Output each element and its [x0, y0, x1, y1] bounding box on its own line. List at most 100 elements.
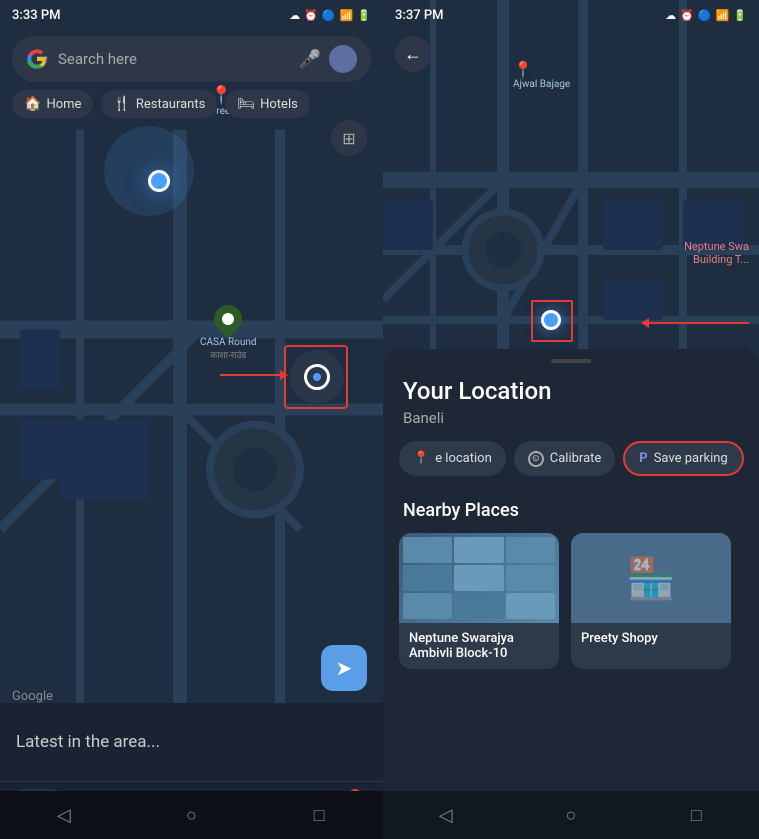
building-6 — [506, 565, 555, 591]
casa-sub: काशा-राउंड — [200, 348, 257, 361]
your-location-title: Your Location — [383, 377, 759, 409]
bt-icon-right: 🔵 — [698, 9, 712, 22]
system-nav-left: ◁ ○ □ — [0, 791, 383, 839]
back-icon: ← — [404, 44, 422, 65]
location-subtitle: Baneli — [383, 409, 759, 441]
share-location-chip[interactable]: 📍 e location — [399, 441, 506, 476]
status-bar-left: 3:33 PM ☁ ⏰ 🔵 📶 🔋 — [0, 0, 383, 30]
back-sys-btn-right[interactable]: ◁ — [426, 795, 466, 835]
nearby-cards: Neptune SwarajyaAmbivli Block-10 🏪 Preet… — [383, 533, 759, 669]
parking-p-icon: P — [639, 451, 647, 466]
red-arrow-left — [220, 370, 288, 380]
red-arrow-right — [641, 318, 749, 328]
back-button[interactable]: ← — [395, 36, 431, 72]
red-highlight-box-left — [284, 345, 348, 409]
time-left: 3:33 PM — [12, 8, 61, 23]
building-8 — [454, 593, 503, 619]
user-avatar[interactable] — [329, 45, 357, 73]
neptune-label: Neptune Swa Building T... — [684, 240, 749, 266]
share-icon: 📍 — [413, 451, 429, 466]
search-placeholder[interactable]: Search here — [58, 50, 299, 68]
directions-button[interactable]: ➤ — [321, 645, 367, 691]
home-sys-btn-left[interactable]: ○ — [171, 795, 211, 835]
left-panel: 3:33 PM ☁ ⏰ 🔵 📶 🔋 Search here 🎤 🏠 Home 🍴 — [0, 0, 383, 839]
preety-card-overlay: 🏪 — [571, 533, 731, 623]
location-dot-left — [148, 170, 170, 192]
recents-sys-btn-right[interactable]: □ — [676, 795, 716, 835]
status-icons-left: ☁ ⏰ 🔵 📶 🔋 — [289, 9, 371, 22]
google-logo — [26, 48, 48, 70]
battery-icon: 🔋 — [357, 9, 371, 22]
layers-button[interactable]: ⊞ — [331, 120, 367, 156]
ajwal-pin: 📍 Ajwal Bajage — [513, 60, 570, 91]
arrow-line — [220, 374, 280, 376]
calibrate-icon: ⊙ — [528, 451, 544, 467]
preety-shopy-card[interactable]: 🏪 Preety Shopy — [571, 533, 731, 669]
save-parking-chip[interactable]: P Save parking — [623, 441, 743, 476]
hotels-chip-label: Hotels — [260, 97, 298, 112]
calibrate-chip[interactable]: ⊙ Calibrate — [514, 441, 616, 476]
nearby-places-title: Nearby Places — [383, 492, 759, 533]
share-label: e location — [435, 451, 492, 466]
arrow-head — [280, 370, 288, 380]
time-right: 3:37 PM — [395, 8, 444, 23]
building-grid — [399, 533, 559, 623]
cloud-icon-left: ☁ — [289, 9, 300, 22]
save-parking-label: Save parking — [654, 451, 728, 466]
hotels-chip-icon: 🛏 — [237, 96, 255, 112]
battery-icon-right: 🔋 — [733, 9, 747, 22]
right-panel: 3:37 PM ☁ ⏰ 🔵 📶 🔋 ← 📍 Ajwal Bajage Neptu… — [383, 0, 759, 839]
hotels-chip[interactable]: 🛏 Hotels — [225, 90, 310, 118]
sheet-handle — [551, 359, 591, 363]
neptune-card-name: Neptune SwarajyaAmbivli Block-10 — [399, 623, 559, 669]
building-4 — [403, 565, 452, 591]
arrow-head-left — [641, 318, 649, 328]
cloud-icon-right: ☁ — [665, 9, 676, 22]
status-icons-right: ☁ ⏰ 🔵 📶 🔋 — [665, 9, 747, 22]
layers-icon: ⊞ — [342, 129, 355, 148]
home-sys-btn-right[interactable]: ○ — [551, 795, 591, 835]
alarm-icon-right: ⏰ — [680, 9, 694, 22]
preety-card-image: 🏪 — [571, 533, 731, 623]
building-9 — [506, 593, 555, 619]
filter-chips: 🏠 Home 🍴 Restaurants 🛏 Hotels — [12, 90, 383, 118]
latest-text: Latest in the area... — [16, 732, 160, 752]
home-chip-icon: 🏠 — [24, 96, 41, 112]
casa-label-left: CASA Round काशा-राउंड — [200, 305, 257, 361]
building-7 — [403, 593, 452, 619]
casa-name: CASA Round — [200, 337, 257, 348]
building-3 — [506, 537, 555, 563]
home-chip[interactable]: 🏠 Home — [12, 90, 93, 118]
alarm-icon: ⏰ — [304, 9, 318, 22]
google-watermark: Google — [12, 689, 53, 704]
restaurants-chip[interactable]: 🍴 Restaurants — [101, 90, 217, 118]
wifi-icon-right: 📶 — [716, 9, 730, 22]
status-bar-right: 3:37 PM ☁ ⏰ 🔵 📶 🔋 — [383, 0, 759, 30]
ajwal-label: Ajwal Bajage — [513, 79, 570, 91]
calibrate-label: Calibrate — [550, 451, 602, 466]
latest-area: Latest in the area... — [0, 703, 383, 781]
preety-card-name: Preety Shopy — [571, 623, 731, 654]
wifi-icon: 📶 — [340, 9, 354, 22]
restaurants-chip-icon: 🍴 — [113, 96, 130, 112]
back-sys-btn-left[interactable]: ◁ — [44, 795, 84, 835]
arrow-line-right — [649, 322, 749, 324]
bt-icon: 🔵 — [322, 9, 336, 22]
building-2 — [454, 537, 503, 563]
building-5 — [454, 565, 503, 591]
recents-sys-btn-left[interactable]: □ — [299, 795, 339, 835]
preety-card-icon: 🏪 — [626, 555, 676, 602]
home-chip-label: Home — [46, 97, 81, 112]
neptune-card-image — [399, 533, 559, 623]
action-chips: 📍 e location ⊙ Calibrate P Save parking — [383, 441, 759, 492]
ajwal-pin-icon: 📍 — [513, 60, 570, 79]
directions-icon: ➤ — [336, 656, 353, 680]
location-pulse-left — [104, 126, 194, 216]
restaurants-chip-label: Restaurants — [136, 97, 205, 112]
mic-icon[interactable]: 🎤 — [299, 49, 321, 70]
neptune-card[interactable]: Neptune SwarajyaAmbivli Block-10 — [399, 533, 559, 669]
search-bar[interactable]: Search here 🎤 — [12, 36, 371, 82]
building-1 — [403, 537, 452, 563]
bottom-sheet: Your Location Baneli 📍 e location ⊙ Cali… — [383, 349, 759, 839]
system-nav-right: ◁ ○ □ — [383, 791, 759, 839]
